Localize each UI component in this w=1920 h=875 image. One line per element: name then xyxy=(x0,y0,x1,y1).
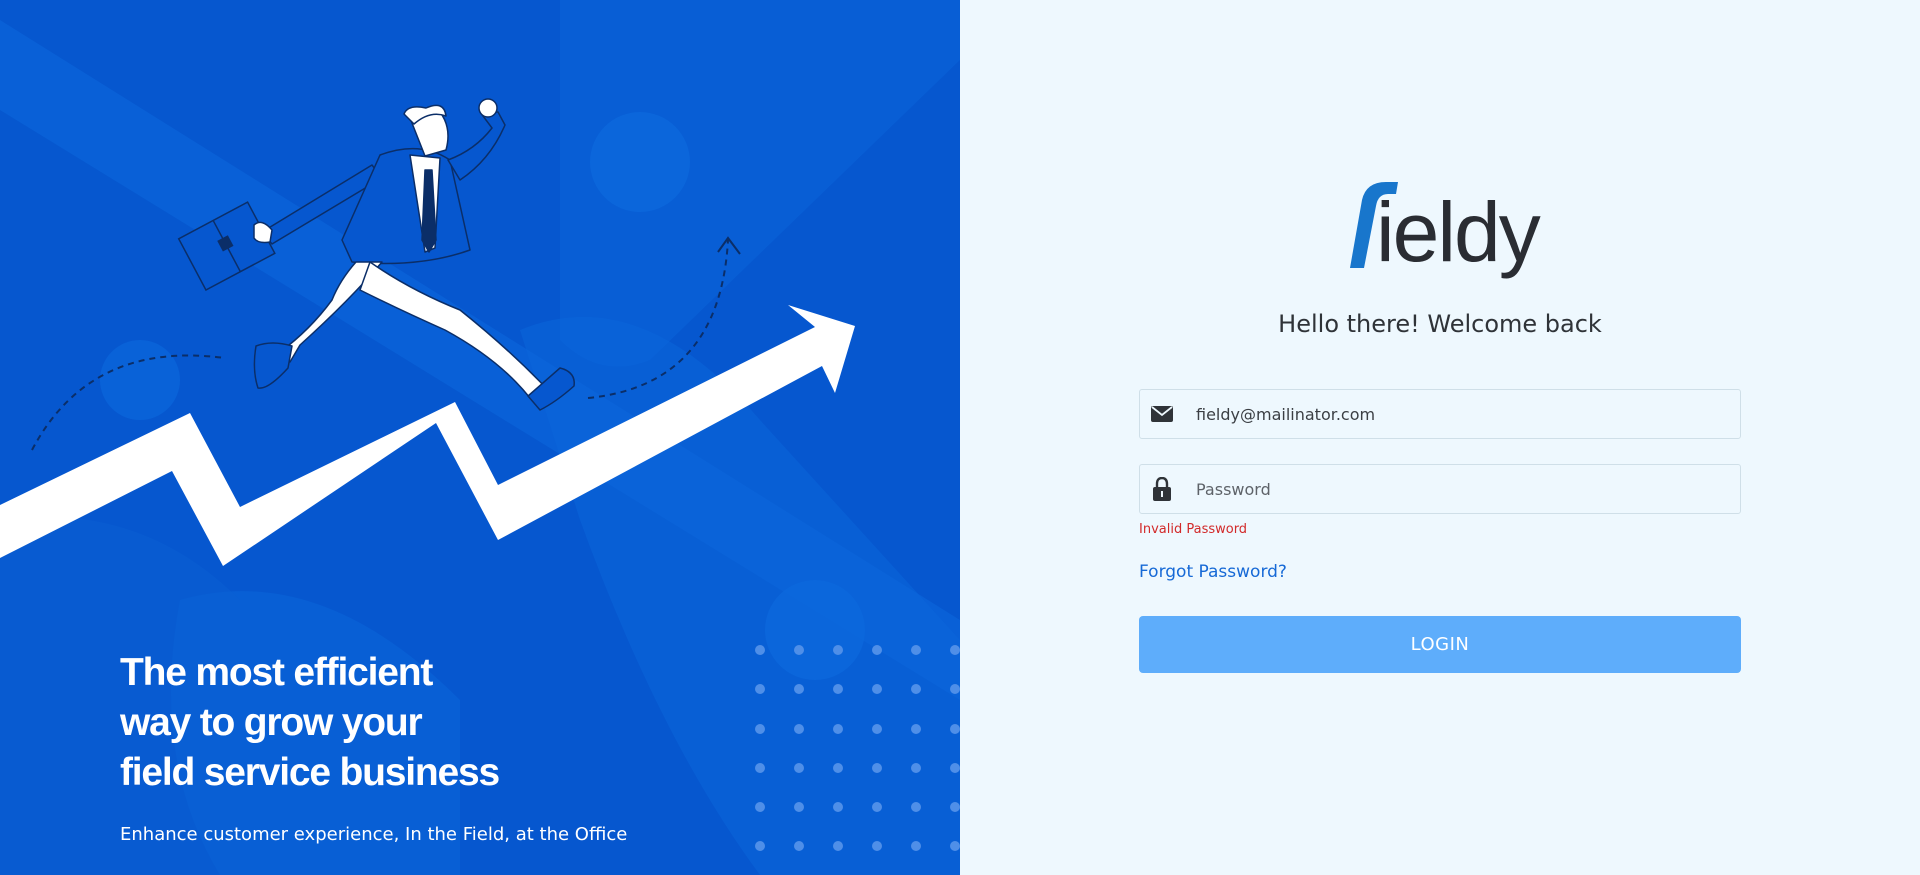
envelope-icon xyxy=(1140,390,1184,438)
hero-headline-line: The most efficient xyxy=(120,651,433,694)
hero-headline-line: way to grow your xyxy=(120,701,423,744)
password-error-message: Invalid Password xyxy=(1139,522,1248,537)
password-input[interactable] xyxy=(1184,465,1740,513)
hero-panel: The most efficient way to grow your fiel… xyxy=(0,0,960,875)
email-input[interactable] xyxy=(1184,390,1740,438)
hero-headline: The most efficient way to grow your fiel… xyxy=(120,648,640,798)
password-field[interactable] xyxy=(1139,464,1741,514)
email-field[interactable] xyxy=(1139,389,1741,439)
brand-wordmark: ieldy xyxy=(1376,185,1541,279)
forgot-password-link[interactable]: Forgot Password? xyxy=(1139,562,1287,582)
hero-subtitle: Enhance customer experience, In the Fiel… xyxy=(120,824,628,845)
hero-headline-line: field service business xyxy=(120,751,500,794)
lock-icon xyxy=(1140,465,1184,513)
login-panel: ieldy Hello there! Welcome back Invalid … xyxy=(960,0,1920,875)
login-button[interactable]: LOGIN xyxy=(1139,616,1741,673)
welcome-heading: Hello there! Welcome back xyxy=(1278,310,1602,338)
